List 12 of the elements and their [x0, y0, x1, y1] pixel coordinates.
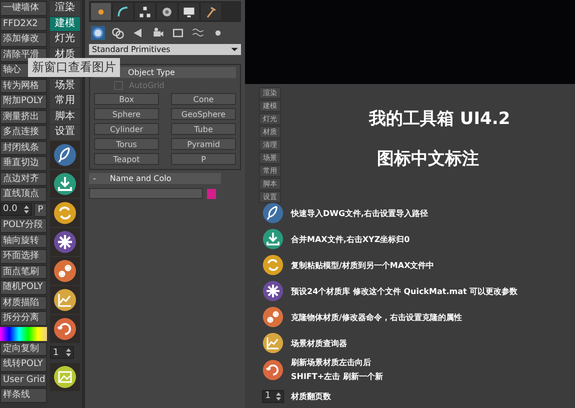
description-text: 复制粘贴模型/材质到另一个MAX文件中 [291, 260, 434, 270]
description-text: 场景材质查询器 [291, 338, 347, 348]
description-text: 克隆物体材质/修改器命令，右击设置克隆的属性 [291, 312, 462, 322]
description-text: SHIFT+左击 刷新一个新 [291, 371, 383, 382]
panel-title: 我的工具箱 UI4.2 [369, 108, 512, 130]
description-text: 刷新场景材质左击向后 [291, 357, 372, 368]
tooltip: 新窗口查看图片 [28, 58, 120, 77]
description-text: 合并MAX文件,右击XYZ坐标归0 [291, 234, 410, 244]
description-text: 材质翻页数 [291, 390, 331, 402]
panel-subtitle: 图标中文标注 [376, 148, 480, 170]
description-text: 预设24个材质库 修改这个文件 QuickMat.mat 可以更改参数 [291, 286, 518, 296]
description-text: 快速导入DWG文件,右击设置导入路径 [291, 208, 428, 218]
